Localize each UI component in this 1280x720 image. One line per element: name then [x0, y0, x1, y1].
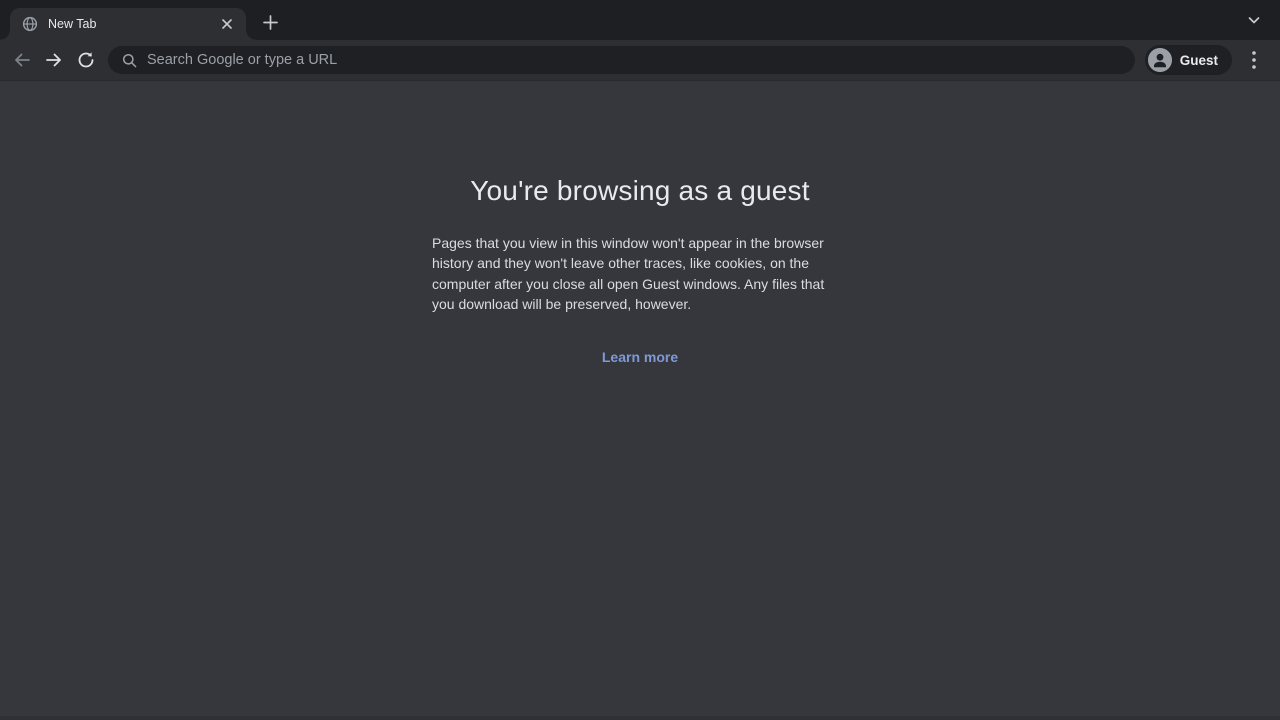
- page-title: You're browsing as a guest: [470, 175, 810, 207]
- browser-toolbar: Guest: [0, 40, 1280, 80]
- guest-label: Guest: [1180, 53, 1218, 68]
- guest-new-tab-page: You're browsing as a guest Pages that yo…: [0, 80, 1280, 716]
- window-bottom-edge: [0, 716, 1280, 720]
- reload-button[interactable]: [70, 44, 102, 76]
- chevron-down-icon: [1247, 13, 1261, 27]
- close-icon[interactable]: [218, 15, 236, 33]
- address-bar[interactable]: [108, 46, 1135, 74]
- person-icon: [1148, 48, 1172, 72]
- back-button[interactable]: [6, 44, 38, 76]
- arrow-left-icon: [12, 50, 32, 70]
- search-icon: [122, 53, 137, 68]
- arrow-right-icon: [44, 50, 64, 70]
- tab-title: New Tab: [48, 17, 218, 31]
- reload-icon: [76, 50, 96, 70]
- plus-icon: [263, 15, 278, 30]
- globe-icon: [22, 16, 38, 32]
- learn-more-link[interactable]: Learn more: [602, 349, 678, 365]
- tab-strip: New Tab: [0, 0, 1280, 40]
- address-input[interactable]: [147, 52, 1121, 68]
- guest-description: Pages that you view in this window won't…: [432, 233, 848, 315]
- tab-new-tab[interactable]: New Tab: [10, 8, 246, 40]
- new-tab-button[interactable]: [256, 8, 284, 36]
- profile-guest-button[interactable]: Guest: [1145, 45, 1232, 75]
- tab-search-button[interactable]: [1242, 8, 1266, 32]
- browser-menu-button[interactable]: [1238, 44, 1270, 76]
- forward-button[interactable]: [38, 44, 70, 76]
- three-dot-menu-icon: [1252, 51, 1256, 69]
